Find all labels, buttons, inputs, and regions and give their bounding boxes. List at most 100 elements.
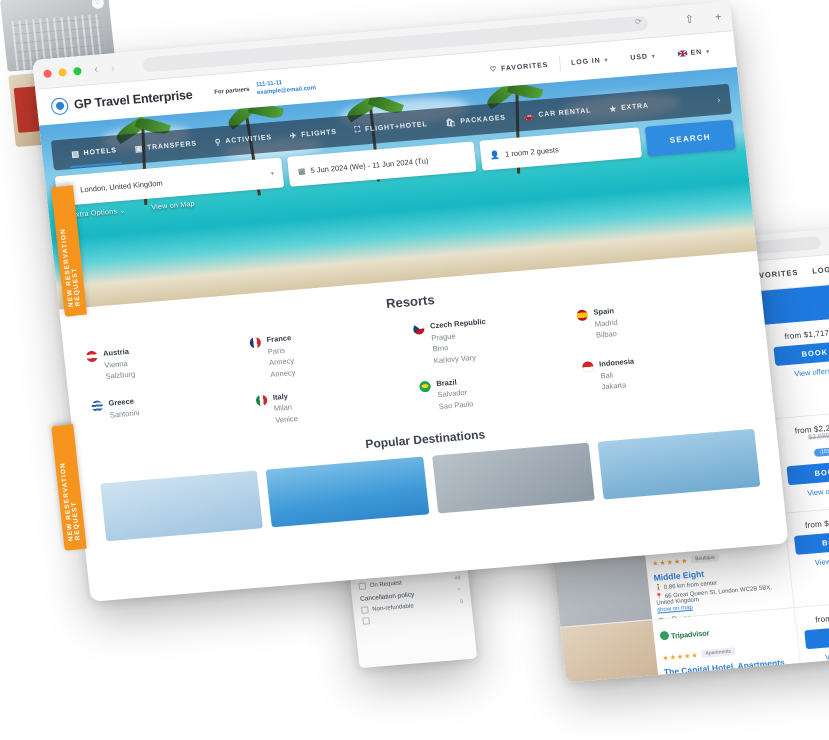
city-link[interactable]: Salzburg [105, 369, 135, 380]
heart-icon: ♡ [489, 66, 498, 74]
city-link[interactable]: Venice [275, 413, 298, 424]
nav-item-transfers[interactable]: ▣ TRANSFERS [125, 138, 206, 154]
country-name[interactable]: Austria [103, 347, 133, 358]
country-block: Spain Madrid Bilbao [576, 296, 743, 342]
login-button[interactable]: LOG IN ▾ [560, 55, 620, 67]
city-link[interactable]: Annecy [269, 356, 295, 367]
extra-options-toggle[interactable]: Extra Options ⌄ [71, 207, 126, 220]
city-link[interactable]: Salvador [437, 387, 472, 399]
heart-icon[interactable]: ♡ [91, 0, 105, 10]
activity-icon: ⚲ [214, 136, 222, 147]
country-block: Indonesia Bali Jakarta [581, 347, 749, 393]
destination-card[interactable] [100, 469, 264, 541]
flight-hotel-icon: ⛶ [354, 124, 362, 135]
book-button[interactable]: BOOK [773, 340, 829, 366]
filter-title: Cancellation policy [359, 591, 415, 603]
city-link[interactable]: Santorini [109, 408, 139, 419]
flag-gb-icon [677, 49, 687, 58]
view-offers-link[interactable]: View offers ⌄ [797, 553, 829, 569]
city-link[interactable]: Sao Paulo [438, 399, 473, 411]
city-link[interactable]: Bali [600, 368, 636, 380]
hotel-address: 📍 22, 24 Basil St, London SW3 1AT, Unite… [666, 677, 797, 682]
nav-item-extra[interactable]: ★ EXTRA [600, 100, 659, 114]
search-button[interactable]: SEARCH [644, 119, 736, 157]
checkbox[interactable] [358, 582, 367, 590]
city-link[interactable]: Milan [274, 402, 297, 412]
city-link[interactable]: Jakarta [601, 379, 637, 391]
checkbox[interactable] [361, 606, 369, 614]
filter-option-label: Non-refundable [372, 602, 414, 613]
chevron-up-icon[interactable]: ⌃ [457, 587, 463, 594]
results-login-link[interactable]: LOG IN [812, 264, 829, 276]
country-name[interactable]: France [266, 333, 292, 344]
share-icon[interactable]: ⇧ [684, 12, 694, 26]
country-name[interactable]: Italy [272, 391, 295, 401]
maximize-window-button[interactable] [73, 66, 82, 76]
screenshot-stage: XHI MIL HCa ENSI Kap ЛХЭМ СНЭМ Google ♡ … [0, 0, 829, 740]
view-offers-link[interactable]: View offers ⌄ [776, 364, 829, 380]
city-link[interactable]: Vienna [104, 358, 134, 370]
favorites-link[interactable]: ♡ FAVORITES [479, 60, 560, 75]
filter-option-count: 9 [459, 598, 464, 606]
guests-field[interactable]: 👤 1 room 2 guests [479, 127, 643, 171]
destination-card[interactable] [597, 428, 761, 500]
view-on-map-link[interactable]: View on Map [151, 201, 195, 213]
book-button[interactable]: BOOK [793, 529, 829, 555]
flag-france-icon [249, 336, 262, 349]
new-tab-button[interactable]: + [714, 11, 722, 23]
close-window-button[interactable] [43, 68, 52, 78]
country-column: France Paris Annecy Annecy Italy Milan V… [249, 323, 424, 440]
category-badge: Boutique [690, 553, 720, 564]
hotel-thumbnail[interactable] [560, 620, 663, 683]
flag-greece-icon [91, 400, 104, 413]
flag-czech-icon [412, 323, 425, 335]
book-button[interactable]: BOOK [786, 459, 829, 486]
city-link[interactable]: Madrid [594, 317, 618, 328]
chevron-down-icon: ▾ [651, 53, 657, 60]
back-button[interactable]: ‹ [94, 63, 99, 75]
view-offers-link[interactable]: View offers ⌄ [807, 647, 829, 663]
filter-option-count: 48 [454, 574, 461, 582]
book-button[interactable]: BOOK [804, 623, 829, 650]
calendar-icon: ▦ [297, 165, 306, 176]
price-value: from $1,493.66 [804, 516, 829, 530]
person-icon: 👤 [489, 149, 501, 160]
destination-card[interactable] [431, 442, 595, 513]
country-column: Czech Republic Prague Brno Karlovy Vary … [412, 309, 588, 426]
language-selector[interactable]: EN ▾ [666, 47, 721, 59]
city-link[interactable]: Karlovy Vary [433, 351, 490, 364]
site-logo-text[interactable]: GP Travel Enterprise [73, 88, 193, 112]
destination-value: London, United Kingdom [79, 177, 164, 194]
star-rating: ★★★★★ [651, 557, 689, 568]
country-name[interactable]: Greece [108, 396, 138, 408]
country-column: Austria Vienna Salzburg Greece Santorini [85, 337, 261, 454]
category-badge: Apartments [701, 647, 736, 659]
currency-selector[interactable]: USD ▾ [619, 51, 667, 62]
country-block: Italy Milan Venice [255, 380, 422, 426]
nav-item-flights[interactable]: ✈ FLIGHTS [280, 127, 346, 141]
nav-item-hotels[interactable]: ▤ HOTELS [62, 145, 126, 159]
discount-badge: -15% [813, 447, 829, 457]
filter-group-cancellation: Cancellation policy ⌃ Non-refundable 9 [359, 587, 465, 625]
country-name[interactable]: Indonesia [599, 357, 635, 369]
city-link[interactable]: Annecy [270, 367, 296, 378]
city-link[interactable]: Paris [267, 345, 293, 355]
nav-item-packages[interactable]: 🛍 PACKAGES [436, 112, 515, 128]
view-offers-link[interactable]: View offers ⌄ [789, 483, 829, 499]
checkbox[interactable] [362, 617, 370, 625]
main-browser-window[interactable]: ‹ › ⇧ + GP Travel Enterprise For partner… [32, 1, 789, 602]
nav-item-activities[interactable]: ⚲ ACTIVITIES [205, 132, 281, 147]
country-name[interactable]: Brazil [436, 376, 471, 388]
flag-austria-icon [85, 350, 98, 363]
destination-card[interactable] [265, 456, 429, 527]
minimize-window-button[interactable] [58, 67, 67, 77]
chevron-down-icon[interactable]: ▾ [271, 170, 275, 177]
nav-item-car-rental[interactable]: 🚗 CAR RENTAL [514, 105, 600, 121]
forward-button[interactable]: › [110, 62, 115, 74]
flag-indonesia-icon [581, 361, 594, 373]
country-name[interactable]: Spain [593, 306, 617, 317]
city-link[interactable]: Bilbao [596, 329, 620, 340]
nav-next-arrow[interactable]: › [711, 95, 721, 106]
nav-item-flight-hotel[interactable]: ⛶ FLIGHT+HOTEL [345, 118, 437, 136]
chevron-down-icon: ▾ [604, 57, 609, 64]
